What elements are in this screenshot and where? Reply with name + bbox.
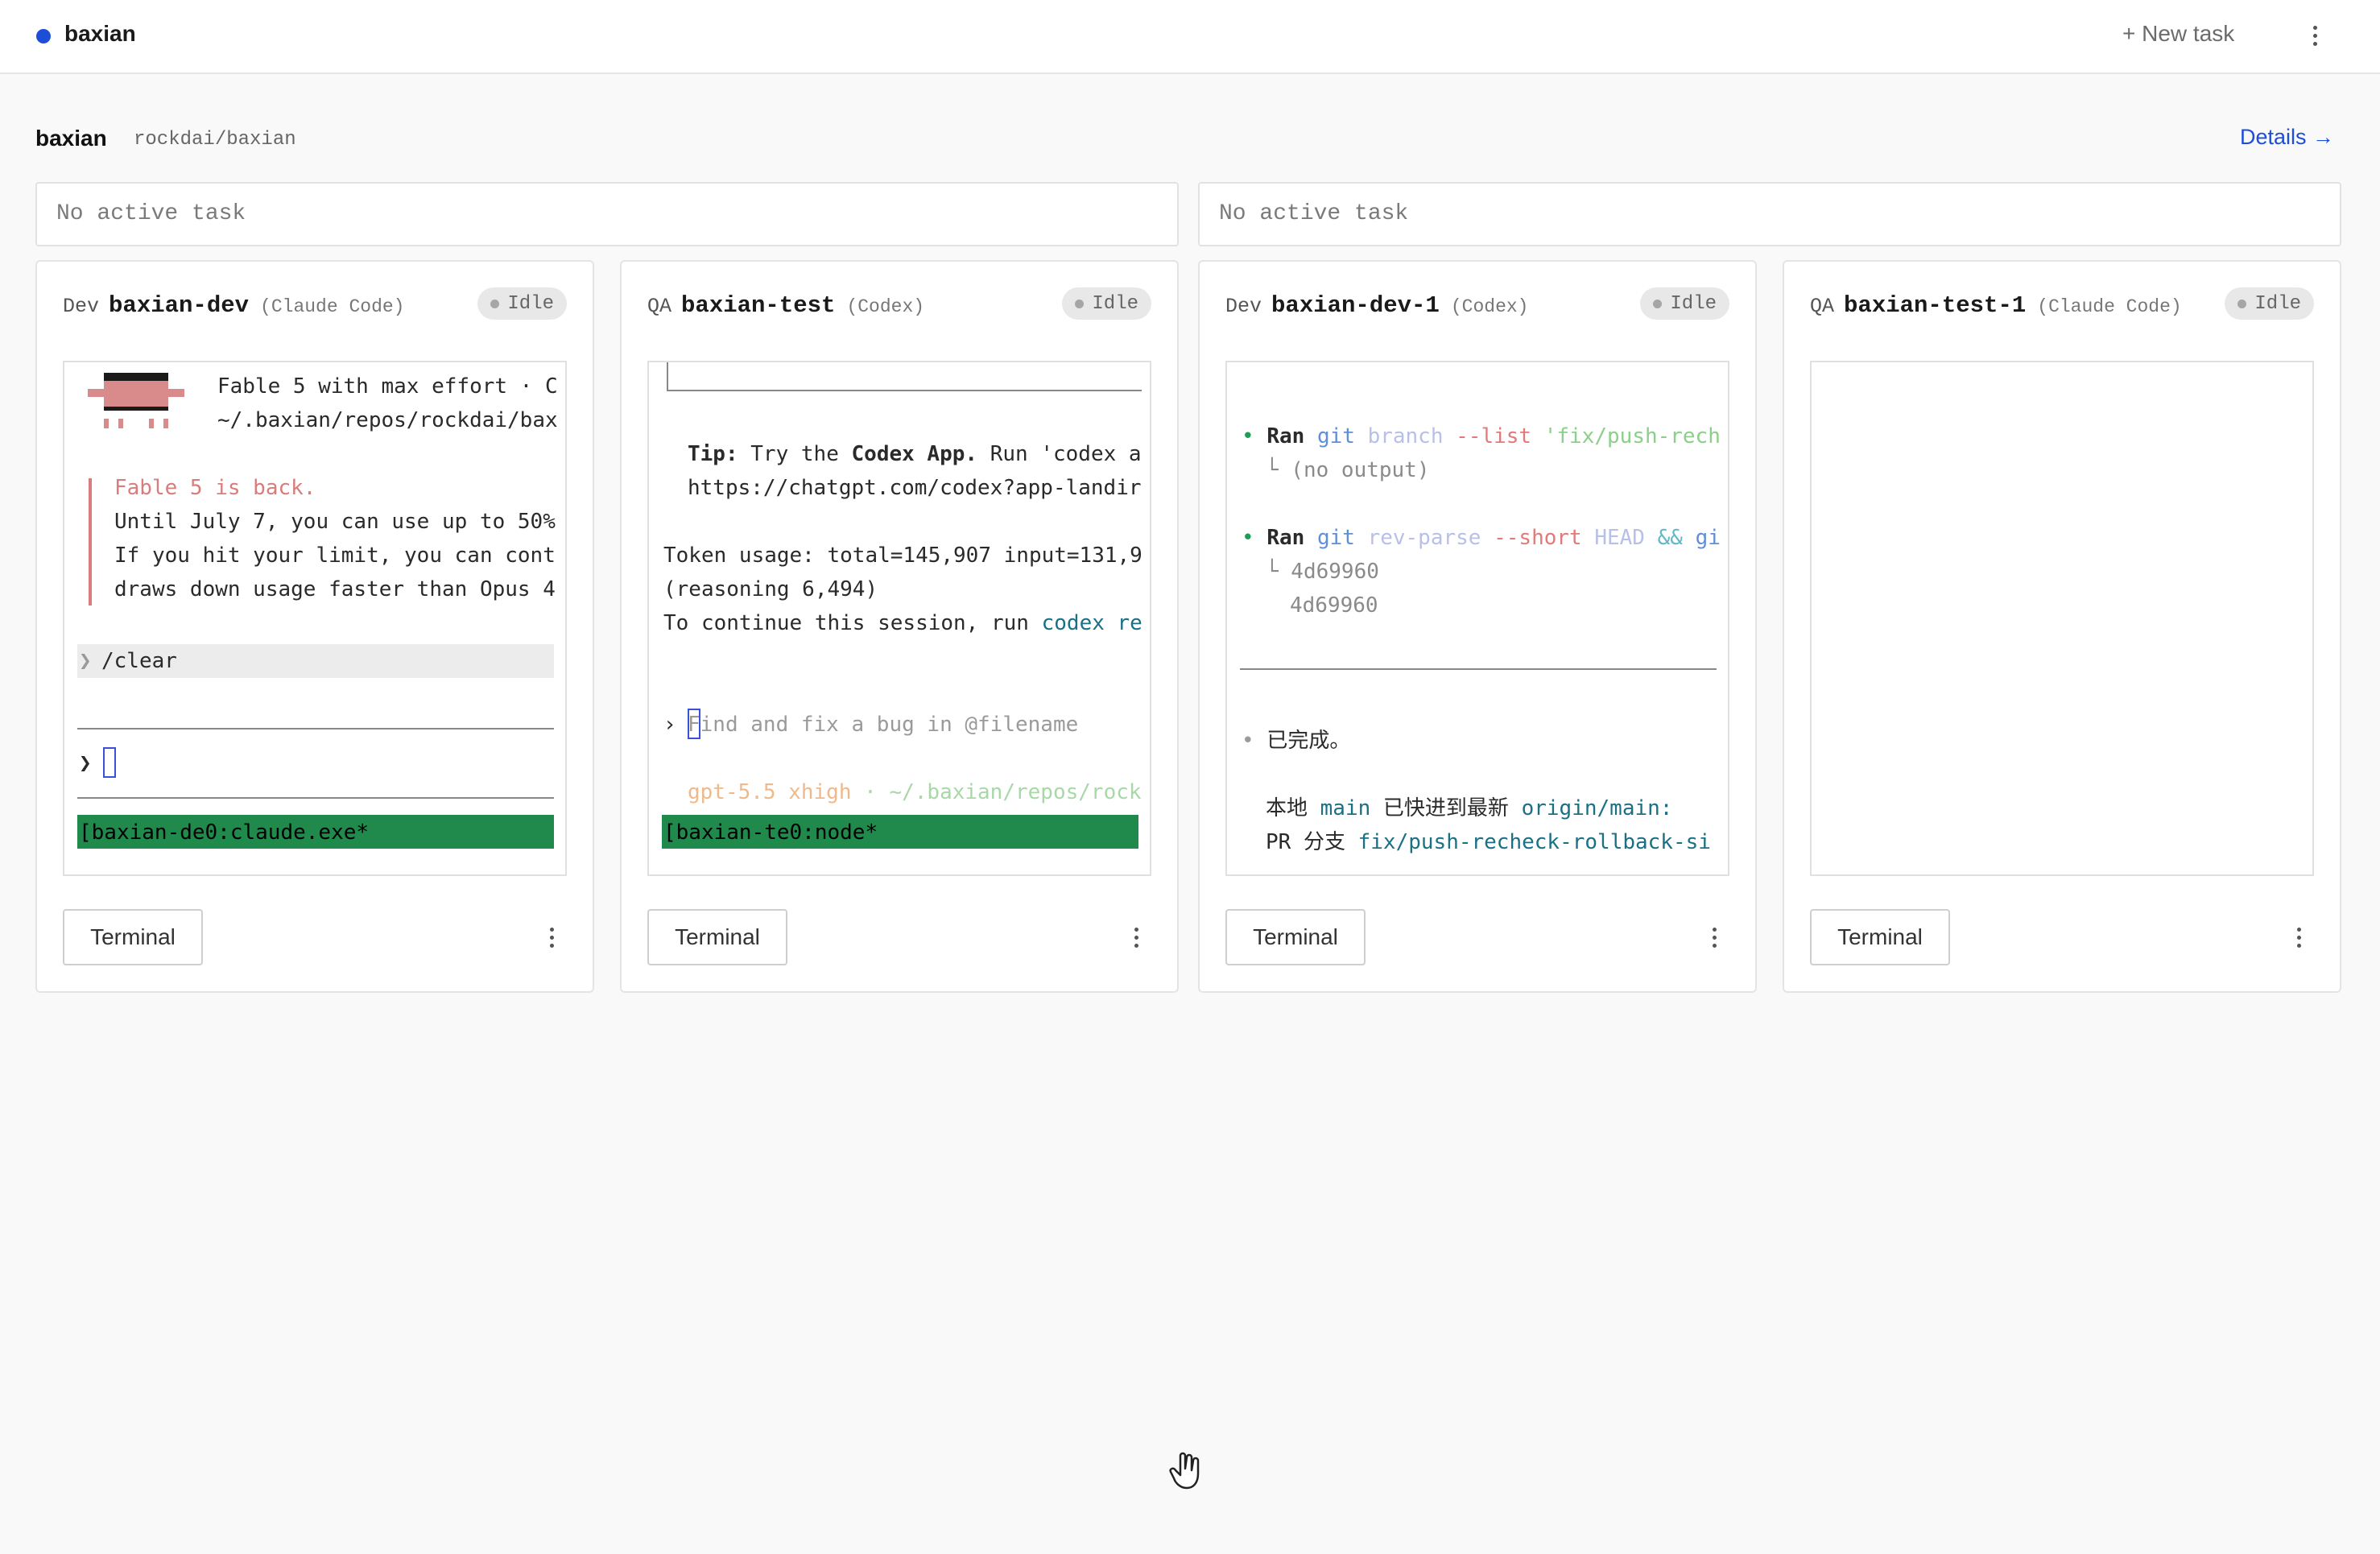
session-path: ~/.baxian/repos/rockdai/bax [217,408,558,432]
status-dot-icon [2237,299,2247,308]
agent-role: QA [1810,295,1835,318]
command-output: └ 4d69960 [1266,560,1379,584]
divider [1240,668,1717,670]
status-badge: Idle [1062,287,1151,320]
notice-line: If you hit your limit, you can cont [114,543,556,568]
top-bar: baxian + New task [0,0,2380,74]
agent-card-baxian-dev: Dev baxian-dev (Claude Code) Idle Fable 5 … [35,260,594,993]
divider [77,797,554,799]
tip-url: https://chatgpt.com/codex?app-landir [688,476,1142,500]
agent-tool: (Claude Code) [2037,296,2182,317]
box-border [667,390,1142,391]
hand-cursor-icon [1169,1452,1200,1490]
tmux-status-text: [baxian-te0:node* [663,820,878,845]
notice-line: draws down usage faster than Opus 4 [114,577,556,601]
terminal-button[interactable]: Terminal [1810,909,1950,965]
more-menu-icon[interactable] [2303,19,2327,52]
token-reasoning: (reasoning 6,494) [663,577,878,601]
agent-card-baxian-test: QA baxian-test (Codex) Idle Tip: Try the C… [620,260,1179,993]
prompt-chevron-icon: ❯ [79,751,92,775]
card-header: Dev baxian-dev-1 (Codex) [1225,292,1528,319]
agent-card-baxian-dev-1: Dev baxian-dev-1 (Codex) Idle • Ran git br… [1198,260,1757,993]
command-line: • Ran git rev-parse --short HEAD && gi [1242,526,1721,550]
agent-role: Dev [63,295,100,318]
agent-tool: (Codex) [846,296,925,317]
status-badge: Idle [477,287,567,320]
terminal-preview[interactable]: Tip: Try the Codex App. Run 'codex a htt… [647,361,1151,876]
project-repo: rockdai/baxian [134,129,296,151]
agent-role: Dev [1225,295,1262,318]
card-menu-icon[interactable] [2287,921,2311,953]
notice-line: Fable 5 is back. [114,476,316,500]
status-badge: Idle [2225,287,2314,320]
notice-bar [89,478,92,605]
command-output: 4d69960 [1290,593,1378,618]
agent-name: baxian-dev [109,292,250,319]
done-line: • 已完成。 [1242,729,1351,753]
terminal-button[interactable]: Terminal [1225,909,1366,965]
prompt-chevron-icon: ❯ [79,649,92,673]
text-cursor[interactable] [103,747,116,778]
active-task-slot[interactable]: No active task [1198,182,2341,246]
session-header: Fable 5 with max effort · C [217,374,558,399]
terminal-preview[interactable]: Fable 5 with max effort · C ~/.baxian/re… [63,361,567,876]
status-badge: Idle [1640,287,1729,320]
project-name: baxian [35,126,107,151]
tmux-status-text: [baxian-de0:claude.exe* [79,820,370,845]
agent-tool: (Codex) [1450,296,1529,317]
status-label: Idle [2254,292,2301,315]
claude-mascot-icon [88,373,184,428]
card-menu-icon[interactable] [1124,921,1148,953]
card-header: QA baxian-test (Codex) [647,292,924,319]
prompt-chevron-icon: › [663,713,676,737]
terminal-button[interactable]: Terminal [647,909,787,965]
terminal-preview[interactable]: • Ran git branch --list 'fix/push-rech └… [1225,361,1729,876]
agent-name: baxian-dev-1 [1271,292,1440,319]
status-dot-icon [1653,299,1663,308]
agent-tool: (Claude Code) [260,296,405,317]
agent-role: QA [647,295,672,318]
status-dot-icon [1075,299,1085,308]
continue-line: To continue this session, run codex re [663,611,1142,635]
model-line: gpt-5.5 xhigh · ~/.baxian/repos/rock [688,780,1142,804]
command-line: • Ran git branch --list 'fix/push-rech [1242,424,1721,448]
command-output: └ (no output) [1266,458,1430,482]
agent-card-baxian-test-1: QA baxian-test-1 (Claude Code) Idle Termin… [1783,260,2341,993]
tip-line: Tip: Try the Codex App. Run 'codex a [688,442,1142,466]
summary-line: 本地 main 已快进到最新 origin/main: [1266,796,1673,820]
divider [77,728,554,729]
card-menu-icon[interactable] [1702,921,1726,953]
status-dot-icon [490,299,500,308]
status-label: Idle [1092,292,1138,315]
status-label: Idle [507,292,554,315]
card-header: Dev baxian-dev (Claude Code) [63,292,404,319]
status-label: Idle [1670,292,1717,315]
token-usage: Token usage: total=145,907 input=131,9 [663,543,1142,568]
new-task-button[interactable]: + New task [2122,21,2234,47]
card-header: QA baxian-test-1 (Claude Code) [1810,292,2182,319]
terminal-button[interactable]: Terminal [63,909,203,965]
input-placeholder[interactable]: Find and fix a bug in @filename [688,712,1078,738]
history-command: /clear [101,649,177,673]
app-status-dot [36,29,51,43]
card-menu-icon[interactable] [539,921,564,953]
summary-line: PR 分支 fix/push-recheck-rollback-si [1266,830,1711,854]
notice-line: Until July 7, you can use up to 50% [114,510,556,534]
terminal-preview[interactable] [1810,361,2314,876]
app-title: baxian [64,21,136,46]
agent-name: baxian-test [681,292,836,319]
agent-name: baxian-test-1 [1844,292,2027,319]
active-task-slot[interactable]: No active task [35,182,1179,246]
box-border [667,362,668,390]
details-link[interactable]: Details → [2240,125,2334,150]
